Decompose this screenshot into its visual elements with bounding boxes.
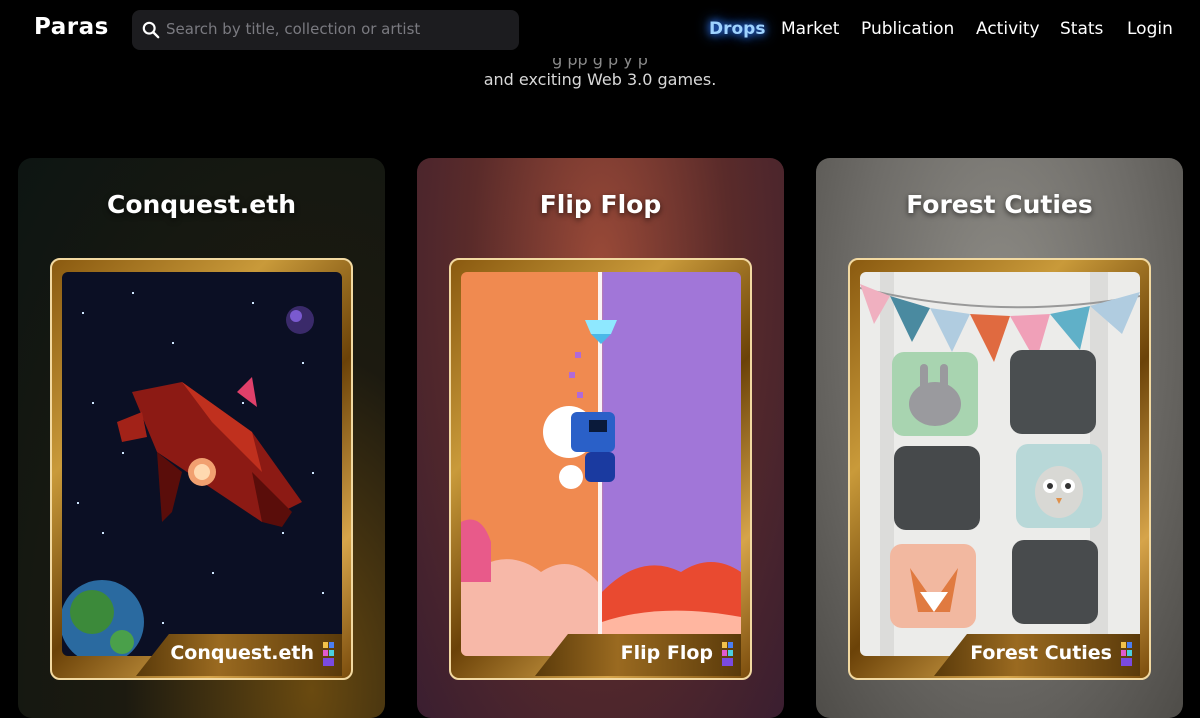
nft-name-plate: Flip Flop bbox=[535, 634, 741, 676]
intro-text-line2: and exciting Web 3.0 games. bbox=[483, 70, 717, 89]
nav-publication[interactable]: Publication bbox=[861, 19, 954, 39]
drop-card-conquest[interactable]: Conquest.eth Conquest.eth bbox=[18, 158, 385, 718]
paras-logo[interactable]: Paras bbox=[34, 14, 109, 40]
drop-title: Flip Flop bbox=[539, 190, 662, 219]
drop-title: Forest Cuties bbox=[906, 190, 1093, 219]
top-nav: Paras Search by title, collection or art… bbox=[0, 0, 1200, 58]
nav-drops[interactable]: Drops bbox=[709, 19, 765, 39]
paras-badge-icon bbox=[323, 642, 334, 666]
nft-card-name: Forest Cuties bbox=[970, 642, 1112, 664]
nft-name-plate: Conquest.eth bbox=[136, 634, 342, 676]
nav-stats[interactable]: Stats bbox=[1060, 19, 1103, 39]
nft-card-name: Flip Flop bbox=[620, 642, 713, 664]
search-icon bbox=[142, 21, 160, 39]
nav-market[interactable]: Market bbox=[781, 19, 839, 39]
drop-card-forestcuties[interactable]: Forest Cuties Forest Cuties bbox=[816, 158, 1183, 718]
nft-card-name: Conquest.eth bbox=[170, 642, 314, 664]
nft-name-plate: Forest Cuties bbox=[934, 634, 1140, 676]
nav-login[interactable]: Login bbox=[1127, 19, 1173, 39]
paras-badge-icon bbox=[1121, 642, 1132, 666]
drop-title: Conquest.eth bbox=[106, 190, 296, 219]
drop-card-flipflop[interactable]: Flip Flop Flip Flop bbox=[417, 158, 784, 718]
search-bar[interactable]: Search by title, collection or artist bbox=[132, 10, 519, 50]
nft-artwork-spaceship bbox=[62, 272, 342, 656]
nav-activity[interactable]: Activity bbox=[976, 19, 1040, 39]
nft-artwork-flipflop bbox=[461, 272, 741, 656]
paras-badge-icon bbox=[722, 642, 733, 666]
nft-card-frame[interactable]: Conquest.eth bbox=[50, 258, 353, 680]
nft-card-frame[interactable]: Forest Cuties bbox=[848, 258, 1151, 680]
nft-card-frame[interactable]: Flip Flop bbox=[449, 258, 752, 680]
nft-artwork-forestcuties bbox=[860, 272, 1140, 656]
search-placeholder[interactable]: Search by title, collection or artist bbox=[166, 20, 420, 38]
